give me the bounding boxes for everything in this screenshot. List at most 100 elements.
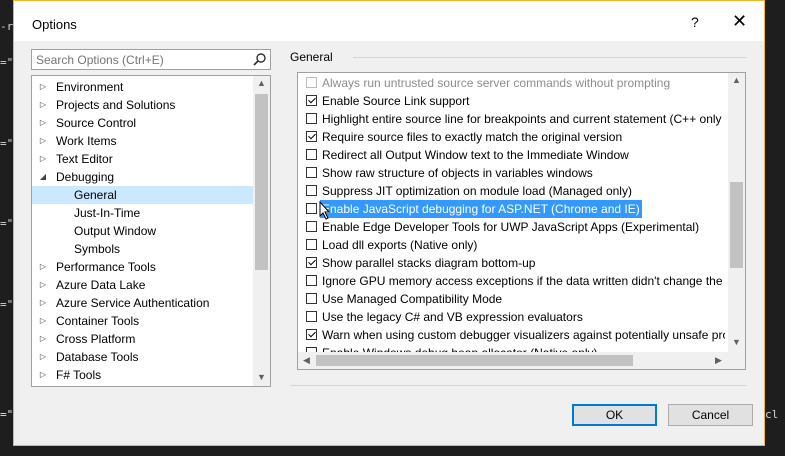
tree-item-cross-platform[interactable]: ▷ Cross Platform: [32, 330, 254, 348]
options-hscroll-thumb[interactable]: [316, 355, 633, 366]
scroll-down-icon[interactable]: ▼: [253, 372, 270, 382]
tree-item-label: Database Tools: [56, 350, 139, 364]
tree-item-label: Work Items: [56, 134, 117, 148]
tree-item-debugging[interactable]: ◢ Debugging: [32, 168, 254, 186]
tree-item-environment[interactable]: ▷ Environment: [32, 78, 254, 96]
option-row[interactable]: Enable Source Link support: [298, 92, 725, 110]
checkbox-checked[interactable]: [306, 329, 317, 340]
option-row[interactable]: Warn when using custom debugger visualiz…: [298, 326, 725, 344]
option-row[interactable]: Always run untrusted source server comma…: [298, 74, 725, 92]
tree-scroll-thumb[interactable]: [255, 94, 268, 270]
tree-item-text-editor[interactable]: ▷ Text Editor: [32, 150, 254, 168]
checkbox-unchecked[interactable]: [306, 221, 317, 232]
option-label: Always run untrusted source server comma…: [322, 76, 671, 90]
checkbox-checked[interactable]: [306, 95, 317, 106]
option-row[interactable]: Redirect all Output Window text to the I…: [298, 146, 725, 164]
tree-item-label: Cross Platform: [56, 332, 136, 346]
tree-item-label: Output Window: [74, 224, 157, 238]
collapsed-arrow-icon[interactable]: ▷: [38, 348, 48, 366]
tree-item-performance-tools[interactable]: ▷ Performance Tools: [32, 258, 254, 276]
checkbox-unchecked[interactable]: [306, 167, 317, 178]
checkbox-unchecked[interactable]: [306, 311, 317, 322]
options-tree: ▷ Environment ▷ Projects and Solutions ▷ Sour…: [31, 75, 271, 387]
checkbox-checked[interactable]: [306, 257, 317, 268]
search-input[interactable]: [36, 53, 246, 67]
scroll-up-icon[interactable]: ▲: [728, 75, 745, 85]
tree-item-azure-data-lake[interactable]: ▷ Azure Data Lake: [32, 276, 254, 294]
checkbox-unchecked[interactable]: [306, 239, 317, 250]
option-label: Highlight entire source line for breakpo…: [322, 112, 722, 126]
option-row[interactable]: Load dll exports (Native only): [298, 236, 725, 254]
option-row[interactable]: Enable JavaScript debugging for ASP.NET …: [298, 200, 725, 218]
tree-item-symbols[interactable]: Symbols: [32, 240, 254, 258]
close-button[interactable]: ✕: [732, 11, 747, 32]
tree-item-f-tools[interactable]: ▷ F# Tools: [32, 366, 254, 384]
collapsed-arrow-icon[interactable]: ▷: [38, 78, 48, 96]
tree-item-label: Text Editor: [56, 152, 113, 166]
checkbox-unchecked[interactable]: [306, 275, 317, 286]
option-row[interactable]: Use Managed Compatibility Mode: [298, 290, 725, 308]
collapsed-arrow-icon[interactable]: ▷: [38, 132, 48, 150]
collapsed-arrow-icon[interactable]: ▷: [38, 258, 48, 276]
collapsed-arrow-icon[interactable]: ▷: [38, 276, 48, 294]
tree-item-projects-and-solutions[interactable]: ▷ Projects and Solutions: [32, 96, 254, 114]
checkbox-unchecked[interactable]: [306, 293, 317, 304]
collapsed-arrow-icon[interactable]: ▷: [38, 96, 48, 114]
cancel-button[interactable]: Cancel: [668, 404, 753, 426]
option-row[interactable]: Highlight entire source line for breakpo…: [298, 110, 725, 128]
tree-item-output-window[interactable]: Output Window: [32, 222, 254, 240]
scroll-up-icon[interactable]: ▲: [253, 78, 270, 88]
tree-item-label: Environment: [56, 80, 124, 94]
option-row[interactable]: Use the legacy C# and VB expression eval…: [298, 308, 725, 326]
option-row[interactable]: Suppress JIT optimization on module load…: [298, 182, 725, 200]
tree-item-container-tools[interactable]: ▷ Container Tools: [32, 312, 254, 330]
option-row[interactable]: Enable Edge Developer Tools for UWP Java…: [298, 218, 725, 236]
tree-scrollbar[interactable]: ▲ ▼: [253, 76, 270, 386]
checkbox-unchecked[interactable]: [306, 149, 317, 160]
expanded-arrow-icon[interactable]: ◢: [38, 168, 48, 186]
collapsed-arrow-icon[interactable]: ▷: [38, 366, 48, 384]
tree-item-just-in-time[interactable]: Just-In-Time: [32, 204, 254, 222]
help-button[interactable]: ?: [691, 14, 699, 30]
footer-divider: [290, 385, 746, 386]
window-title: Options: [32, 17, 77, 32]
checkbox-unchecked[interactable]: [306, 203, 317, 214]
option-row[interactable]: Show raw structure of objects in variabl…: [298, 164, 725, 182]
checkbox-unchecked[interactable]: [306, 185, 317, 196]
scroll-down-icon[interactable]: ▼: [728, 337, 745, 347]
checkbox-checked[interactable]: [306, 131, 317, 142]
section-divider: [353, 57, 746, 58]
options-horizontal-scrollbar[interactable]: ◀ ▶: [298, 352, 745, 369]
option-row[interactable]: Require source files to exactly match th…: [298, 128, 725, 146]
tree-item-label: Source Control: [56, 116, 137, 130]
options-vscroll-thumb[interactable]: [730, 182, 743, 268]
collapsed-arrow-icon[interactable]: ▷: [38, 114, 48, 132]
ok-button[interactable]: OK: [572, 404, 657, 426]
editor-text-fragment: cl: [765, 408, 779, 421]
search-icon[interactable]: [252, 52, 267, 67]
tree-item-label: F# Tools: [56, 368, 102, 382]
checkbox-unchecked[interactable]: [306, 113, 317, 124]
tree-item-label: Container Tools: [56, 314, 140, 328]
option-row[interactable]: Show parallel stacks diagram bottom-up: [298, 254, 725, 272]
option-label: Use Managed Compatibility Mode: [322, 292, 503, 306]
option-label: Load dll exports (Native only): [322, 238, 478, 252]
scroll-right-icon[interactable]: ▶: [710, 355, 727, 366]
option-label: Ignore GPU memory access exceptions if t…: [322, 274, 725, 288]
editor-background-right: cl: [765, 0, 785, 456]
tree-item-source-control[interactable]: ▷ Source Control: [32, 114, 254, 132]
collapsed-arrow-icon[interactable]: ▷: [38, 294, 48, 312]
search-box[interactable]: [31, 49, 271, 70]
options-dialog: Options ? ✕ ▷ Environment ▷ Projects and So…: [13, 0, 765, 446]
tree-item-general[interactable]: General: [32, 186, 254, 204]
collapsed-arrow-icon[interactable]: ▷: [38, 312, 48, 330]
options-vertical-scrollbar[interactable]: ▲ ▼: [728, 73, 745, 352]
option-row[interactable]: Ignore GPU memory access exceptions if t…: [298, 272, 725, 290]
tree-item-azure-service-authentication[interactable]: ▷ Azure Service Authentication: [32, 294, 254, 312]
collapsed-arrow-icon[interactable]: ▷: [38, 150, 48, 168]
tree-item-database-tools[interactable]: ▷ Database Tools: [32, 348, 254, 366]
collapsed-arrow-icon[interactable]: ▷: [38, 330, 48, 348]
scroll-left-icon[interactable]: ◀: [298, 355, 315, 366]
tree-item-work-items[interactable]: ▷ Work Items: [32, 132, 254, 150]
tree-item-label: Azure Service Authentication: [56, 296, 210, 310]
